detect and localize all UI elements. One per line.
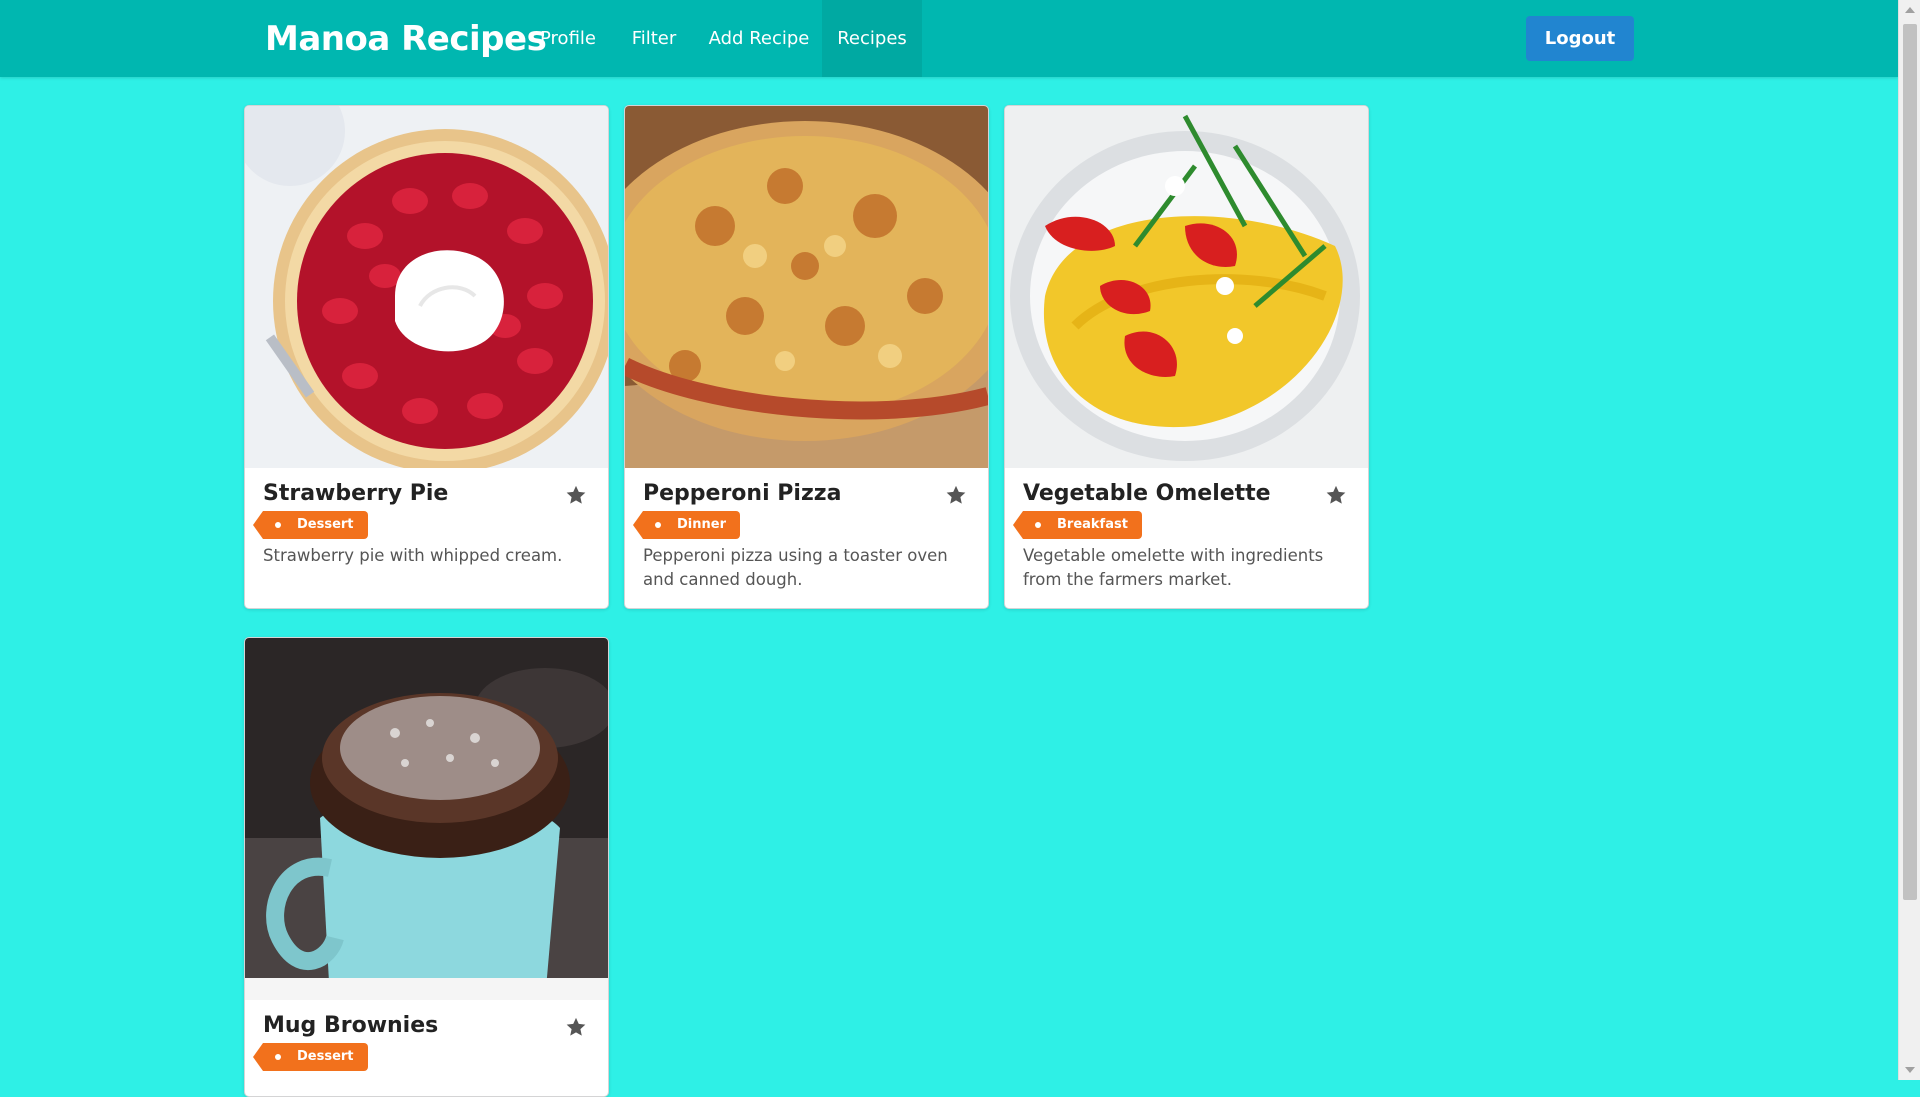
recipe-title[interactable]: Strawberry Pie [263,479,448,509]
favorite-star-icon[interactable] [1325,484,1347,506]
scroll-up-icon[interactable] [1905,7,1915,13]
recipe-card[interactable]: Vegetable Omelette Breakfast Vegetable o… [1004,105,1369,609]
tag-dot-icon [275,522,281,528]
recipe-image-strawberry-pie [245,106,608,468]
scroll-thumb[interactable] [1903,24,1917,900]
category-tag[interactable]: Breakfast [1013,511,1142,539]
recipe-title[interactable]: Mug Brownies [263,1011,438,1041]
nav-item-recipes[interactable]: Recipes [822,0,922,77]
nav-item-filter[interactable]: Filter [622,0,686,77]
top-navbar: Manoa Recipes Profile Filter Add Recipe … [0,0,1898,77]
recipe-image-pepperoni-pizza [625,106,988,468]
category-tag[interactable]: Dessert [253,1043,368,1071]
recipe-description: Strawberry pie with whipped cream. [263,546,563,565]
favorite-star-icon[interactable] [565,1016,587,1038]
nav-item-add-recipe[interactable]: Add Recipe [704,0,814,77]
scroll-down-icon[interactable] [1905,1067,1915,1073]
logout-button[interactable]: Logout [1526,16,1634,61]
page-scrollbar[interactable] [1898,0,1920,1080]
recipe-title[interactable]: Vegetable Omelette [1023,479,1271,509]
favorite-star-icon[interactable] [565,484,587,506]
tag-dot-icon [275,1054,281,1060]
recipe-description: Vegetable omelette with ingredients from… [1023,546,1324,589]
favorite-star-icon[interactable] [945,484,967,506]
tag-dot-icon [655,522,661,528]
recipe-image-mug-brownies [245,638,608,1000]
tag-dot-icon [1035,522,1041,528]
recipe-card[interactable]: Pepperoni Pizza Dinner Pepperoni pizza u… [624,105,989,609]
category-tag[interactable]: Dessert [253,511,368,539]
recipe-card[interactable]: Mug Brownies Dessert [244,637,609,1097]
recipe-image-vegetable-omelette [1005,106,1368,468]
nav-item-profile[interactable]: Profile [530,0,606,77]
recipe-description: Pepperoni pizza using a toaster oven and… [643,546,948,589]
category-tag[interactable]: Dinner [633,511,740,539]
recipe-card[interactable]: Strawberry Pie Dessert Strawberry pie wi… [244,105,609,609]
recipe-title[interactable]: Pepperoni Pizza [643,479,841,509]
brand-logo[interactable]: Manoa Recipes [265,17,547,61]
